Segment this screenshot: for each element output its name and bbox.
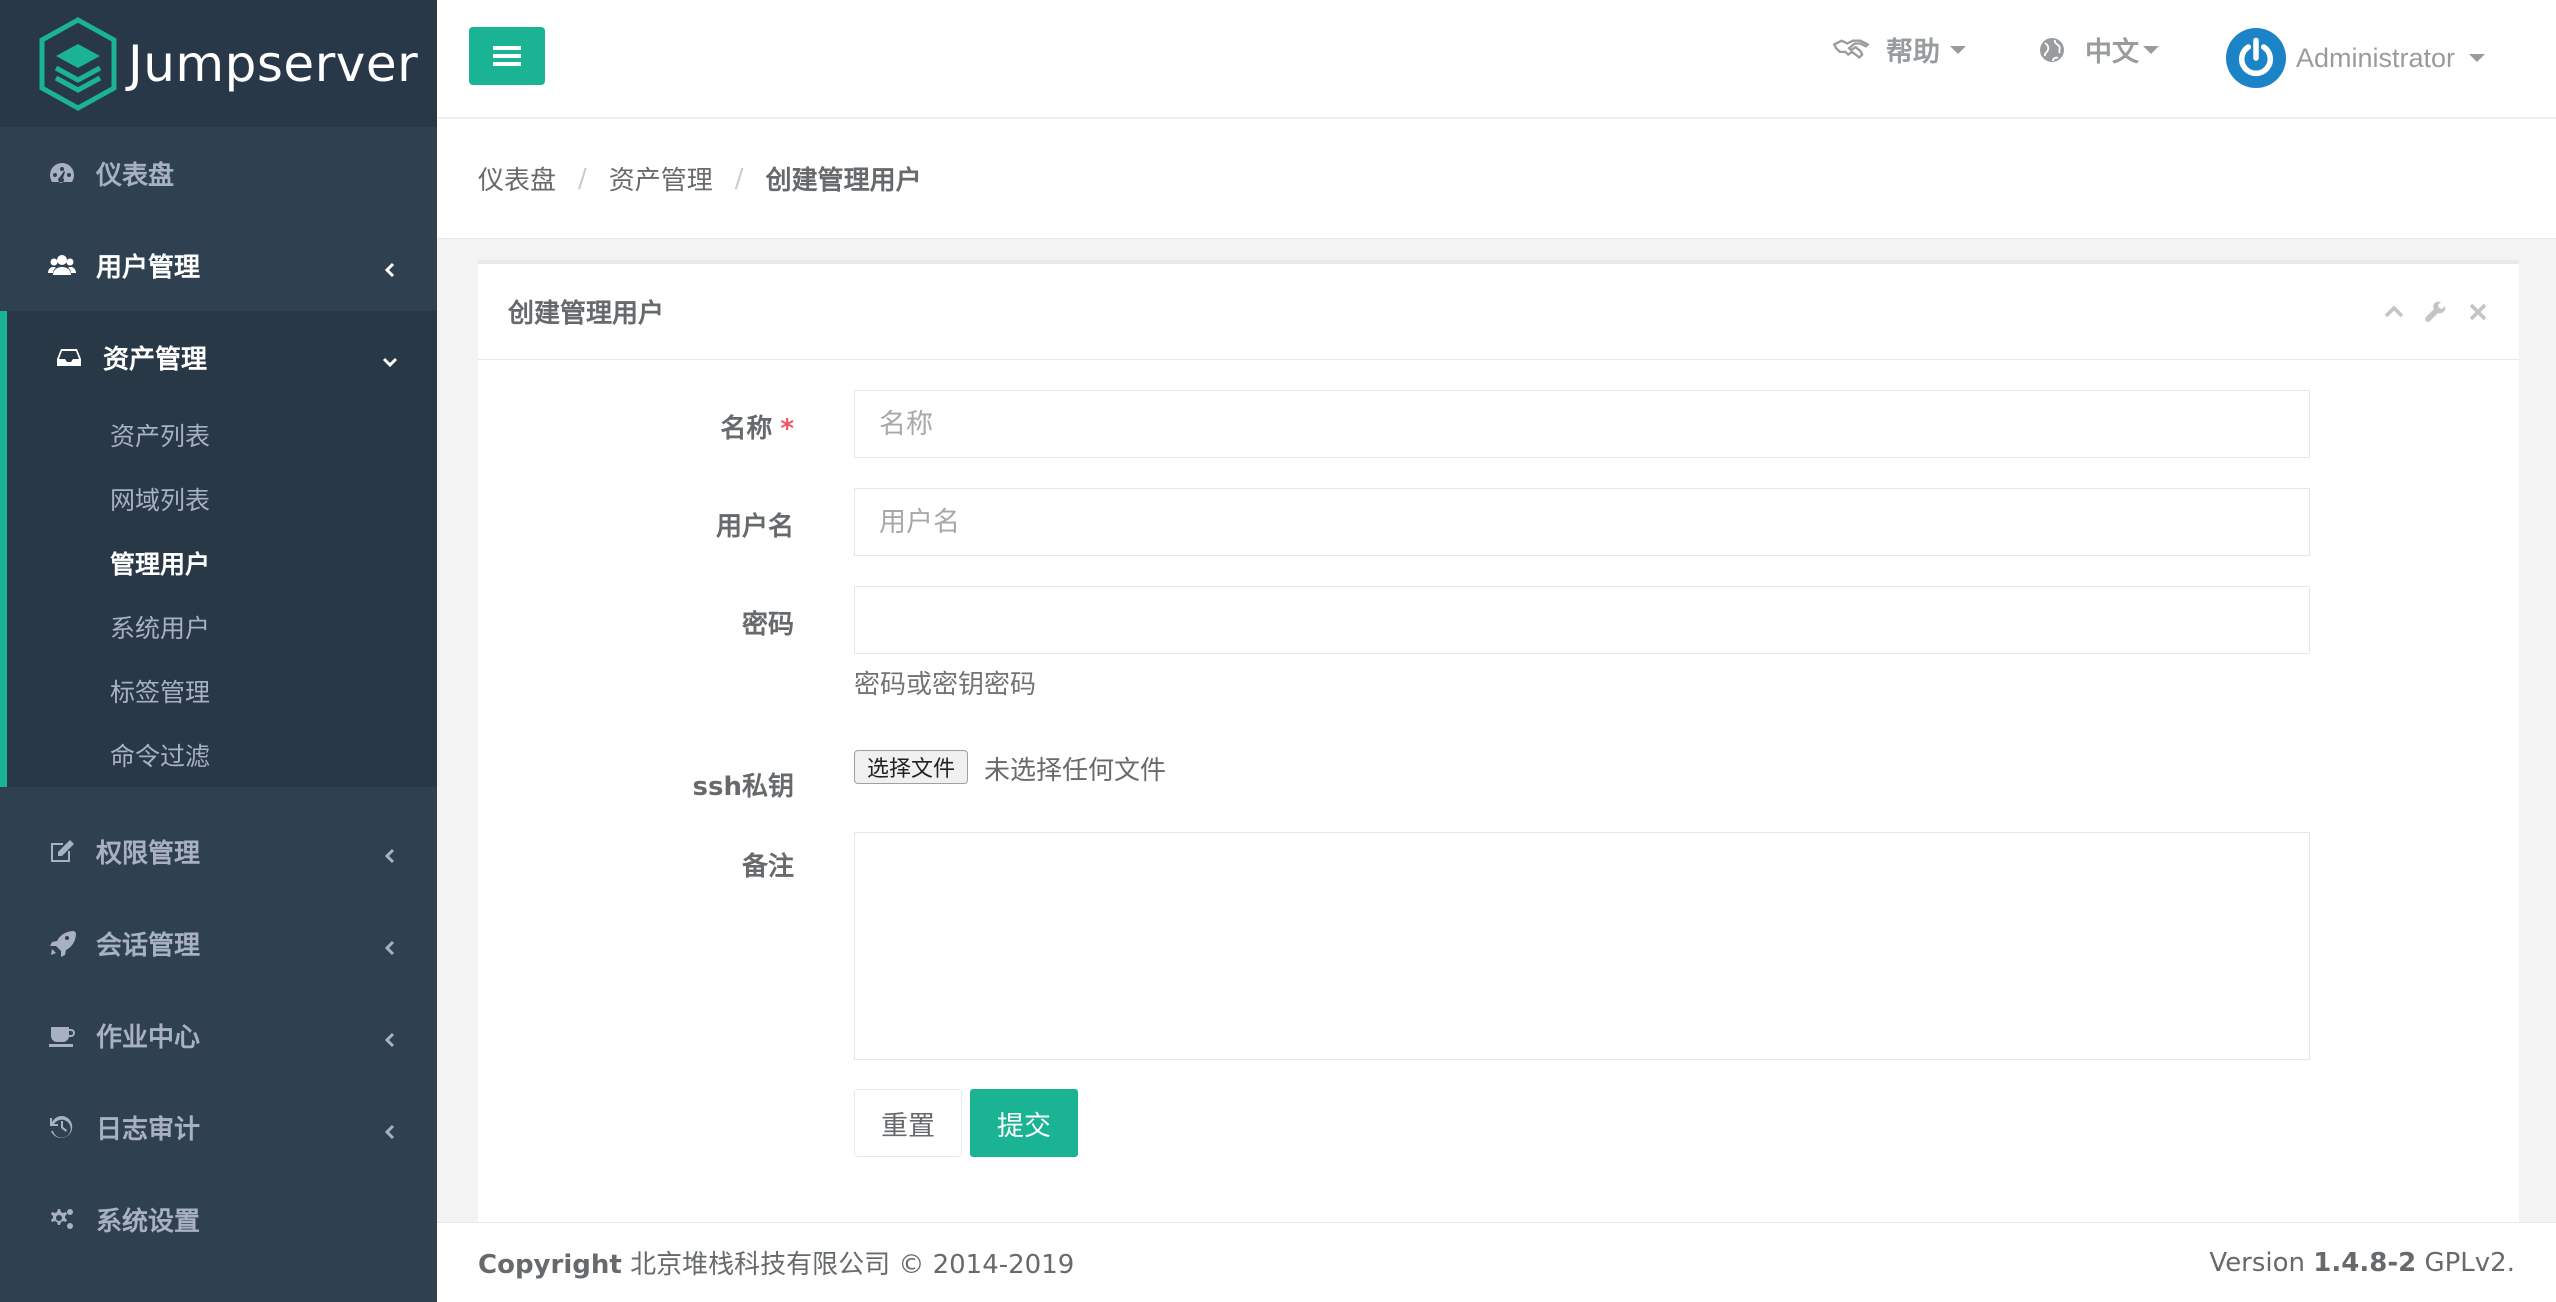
close-icon[interactable] [2467, 301, 2489, 323]
dashboard-icon [48, 159, 76, 187]
password-help-text: 密码或密钥密码 [854, 670, 1037, 700]
panel-tools [2383, 301, 2489, 323]
chevron-left-icon [381, 934, 399, 956]
sidebar-item-label: 会话管理 [96, 930, 201, 961]
comment-textarea[interactable] [854, 832, 2310, 1060]
caret-down-icon [1950, 45, 1966, 54]
chevron-left-icon [381, 842, 399, 864]
sidebar-item-label: 权限管理 [96, 838, 201, 869]
breadcrumb-item-current: 创建管理用户 [765, 166, 922, 196]
ssh-key-label: ssh私钥 [692, 772, 794, 802]
version-number: 1.4.8-2 [2313, 1247, 2417, 1278]
breadcrumb-item-dashboard[interactable]: 仪表盘 [478, 160, 556, 197]
users-icon [48, 251, 76, 279]
sidebar-subitem-labels[interactable]: 标签管理 [7, 659, 437, 723]
reset-button[interactable]: 重置 [854, 1089, 962, 1157]
user-name: Administrator [2296, 42, 2456, 73]
chevron-left-icon [381, 256, 399, 278]
sidebar-item-label: 日志审计 [96, 1114, 201, 1145]
sidebar-item-assets[interactable]: 资产管理 [7, 311, 437, 403]
sidebar-item-label: 仪表盘 [96, 160, 175, 191]
username-label: 用户名 [715, 512, 794, 542]
sidebar-subitem-asset-list[interactable]: 资产列表 [7, 403, 437, 467]
password-label: 密码 [741, 610, 794, 640]
power-icon [2238, 37, 2274, 77]
avatar [2226, 28, 2286, 88]
create-admin-user-panel: 创建管理用户 名称* 用户名 密码 密码或密钥密码 ssh私钥 选择文件 未选择… [478, 260, 2519, 1224]
language-label: 中文 [2085, 37, 2139, 68]
caret-down-icon [2143, 45, 2159, 54]
submit-button[interactable]: 提交 [970, 1089, 1078, 1157]
wrench-icon[interactable] [2425, 301, 2447, 323]
rocket-icon [48, 929, 76, 957]
password-input[interactable] [854, 586, 2310, 654]
sidebar-item-label: 系统设置 [96, 1206, 201, 1237]
footer: Copyright 北京堆栈科技有限公司 © 2014-2019 Version… [437, 1222, 2556, 1302]
sidebar: Jumpserver 仪表盘 用户管理 资产管理 资产列表 网域列表 管理用户 … [0, 0, 437, 1302]
sidebar-item-settings[interactable]: 系统设置 [0, 1173, 437, 1265]
comment-label: 备注 [741, 852, 794, 882]
brand-logo[interactable]: Jumpserver [0, 0, 437, 127]
chevron-down-icon [381, 348, 399, 368]
chevron-up-icon[interactable] [2383, 301, 2405, 323]
caret-down-icon [2469, 54, 2486, 62]
sidebar-item-label: 用户管理 [96, 252, 201, 283]
breadcrumb-separator: / [734, 163, 744, 194]
chevron-left-icon [381, 1026, 399, 1048]
sidebar-item-sessions[interactable]: 会话管理 [0, 897, 437, 989]
name-input[interactable] [854, 390, 2310, 458]
sidebar-subitem-system-user[interactable]: 系统用户 [7, 595, 437, 659]
brand-name: Jumpserver [128, 34, 419, 93]
sidebar-item-dashboard[interactable]: 仪表盘 [0, 127, 437, 219]
copyright-label: Copyright [478, 1250, 622, 1280]
coffee-icon [48, 1021, 76, 1049]
panel-title: 创建管理用户 [508, 299, 665, 329]
globe-icon [2040, 37, 2064, 62]
chevron-left-icon [381, 1118, 399, 1140]
help-label: 帮助 [1886, 37, 1940, 68]
choose-file-button[interactable]: 选择文件 [854, 750, 969, 784]
gears-icon [48, 1205, 76, 1233]
sidebar-item-audit[interactable]: 日志审计 [0, 1081, 437, 1173]
footer-version: Version 1.4.8-2 GPLv2. [2209, 1248, 2515, 1278]
sidebar-item-jobs[interactable]: 作业中心 [0, 989, 437, 1081]
help-menu[interactable]: 帮助 [1832, 30, 1966, 69]
required-marker: * [780, 414, 794, 444]
jumpserver-logo-icon [39, 16, 117, 111]
sidebar-item-users[interactable]: 用户管理 [0, 219, 437, 311]
hamburger-icon [493, 46, 521, 66]
username-input[interactable] [854, 488, 2310, 556]
sidebar-item-label: 作业中心 [96, 1022, 201, 1053]
top-navbar: 帮助 中文 Administrator [437, 0, 2556, 118]
history-icon [48, 1113, 76, 1141]
edit-icon [48, 837, 76, 865]
sidebar-item-permissions[interactable]: 权限管理 [0, 805, 437, 897]
panel-header: 创建管理用户 [478, 264, 2519, 360]
sidebar-group-assets: 资产管理 资产列表 网域列表 管理用户 系统用户 标签管理 命令过滤 [0, 311, 437, 787]
breadcrumb: 仪表盘 / 资产管理 / 创建管理用户 [437, 119, 2556, 239]
license-text: GPLv2. [2424, 1247, 2515, 1278]
language-menu[interactable]: 中文 [2039, 30, 2159, 69]
breadcrumb-item-assets[interactable]: 资产管理 [609, 160, 713, 197]
menu-toggle-button[interactable] [469, 27, 545, 85]
sidebar-subitem-domain-list[interactable]: 网域列表 [7, 467, 437, 531]
version-label: Version [2209, 1247, 2306, 1278]
handshake-icon [1832, 38, 1870, 59]
name-label: 名称 * [720, 408, 794, 445]
sidebar-item-label: 资产管理 [103, 344, 208, 375]
sidebar-subitem-command-filter[interactable]: 命令过滤 [7, 723, 437, 787]
inbox-icon [55, 343, 83, 371]
file-status-text: 未选择任何文件 [984, 756, 1167, 786]
footer-copyright: Copyright 北京堆栈科技有限公司 © 2014-2019 [478, 1244, 2209, 1281]
breadcrumb-separator: / [578, 163, 587, 194]
sidebar-subitem-admin-user[interactable]: 管理用户 [7, 531, 437, 595]
user-menu[interactable]: Administrator [2226, 28, 2486, 88]
name-label-text: 名称 [720, 414, 773, 444]
copyright-text: 北京堆栈科技有限公司 © 2014-2019 [630, 1250, 1075, 1280]
